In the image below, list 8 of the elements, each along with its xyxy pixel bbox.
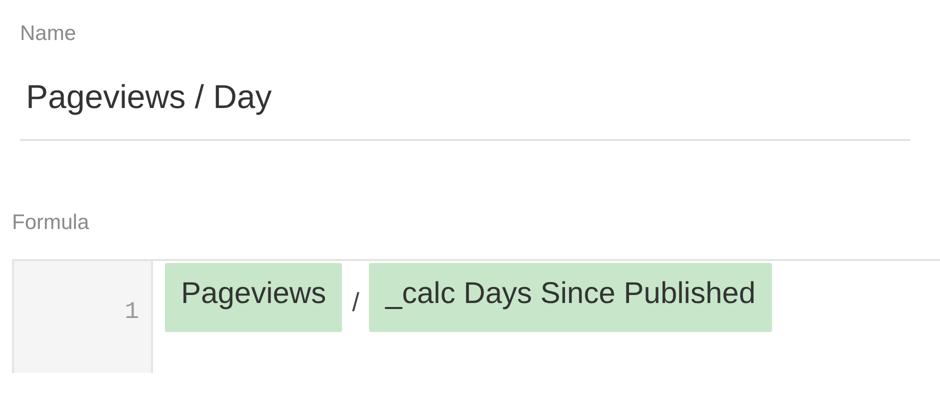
formula-editor[interactable]: 1 Pageviews / _calc Days Since Published xyxy=(12,258,940,372)
field-token[interactable]: Pageviews xyxy=(165,262,342,332)
operator: / xyxy=(352,286,360,318)
name-input[interactable]: Pageviews / Day xyxy=(20,50,910,141)
line-number: 1 xyxy=(124,298,139,326)
field-token[interactable]: _calc Days Since Published xyxy=(369,262,772,332)
field-label: Formula xyxy=(12,211,90,234)
field-label: Name xyxy=(20,21,76,47)
